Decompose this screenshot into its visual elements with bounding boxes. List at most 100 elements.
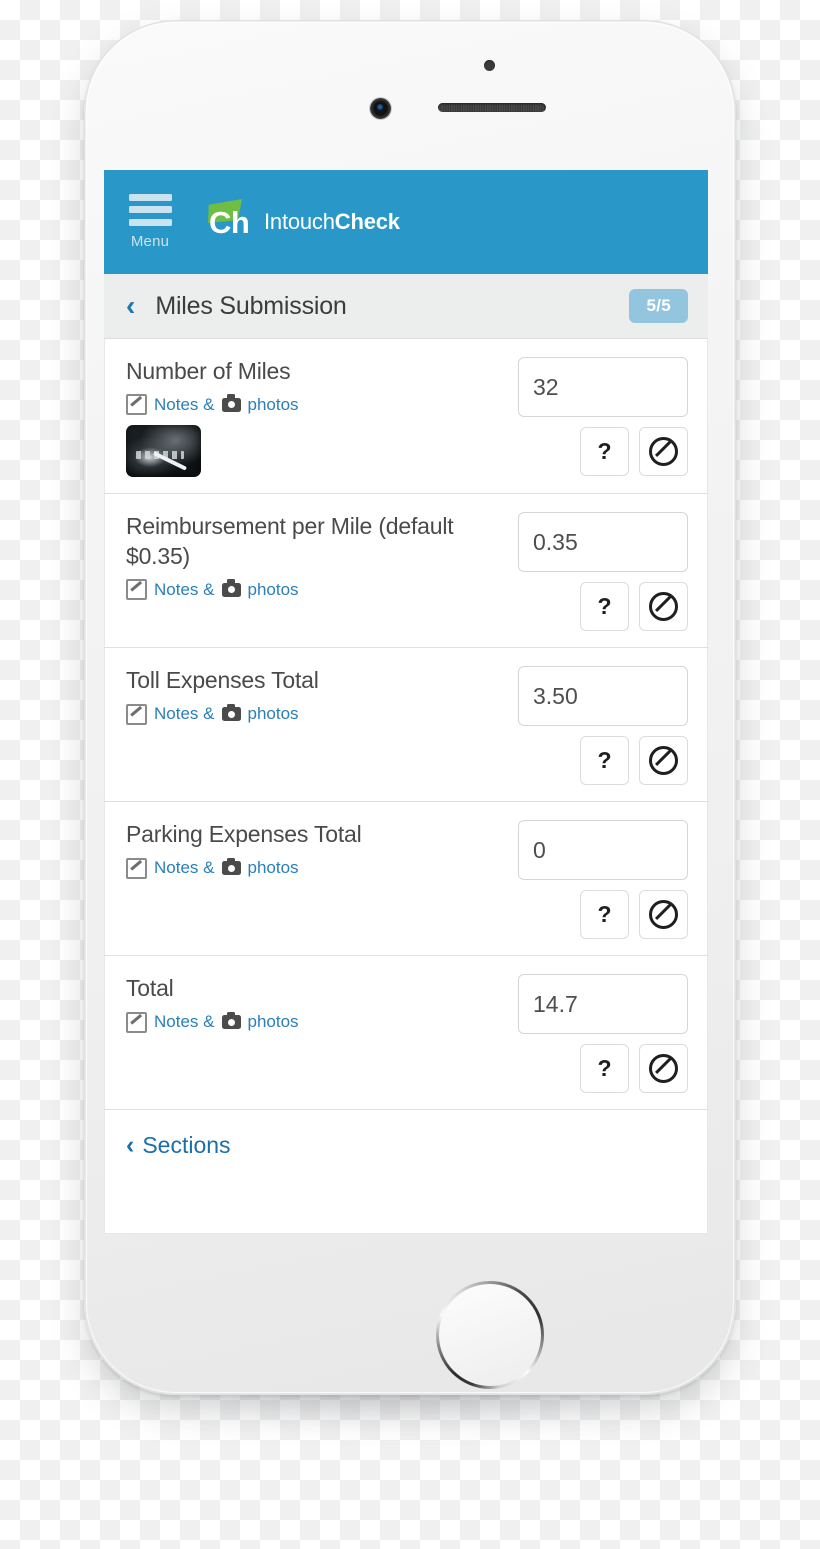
hamburger-icon-bar [128,193,172,201]
help-button[interactable]: ? [580,890,629,940]
brand-name-suffix: Check [334,209,400,234]
menu-button[interactable]: Menu [122,193,178,251]
section-header: ‹ Miles Submission 5/5 [104,274,708,339]
camera-icon [222,703,242,722]
notes-label: Notes & [154,704,215,724]
camera-icon [222,857,242,876]
camera-icon [222,579,242,597]
question-label: Total [126,975,174,1002]
question-list: Number of Miles Notes & photos? Reimburseme… [104,339,708,1111]
not-applicable-button[interactable] [639,427,688,476]
question-mark-icon: ? [597,438,612,464]
proximity-sensor-icon [484,60,495,71]
notes-and-photos-link[interactable]: Notes & photos [126,857,504,879]
pencil-icon [126,857,147,879]
not-applicable-button[interactable] [639,1044,688,1094]
intouchcheck-logo-icon: Ch [202,198,252,246]
sections-link-label: Sections [142,1132,231,1159]
notes-and-photos-link[interactable]: Notes & photos [126,1011,504,1033]
question-label: Number of Miles [126,358,291,384]
front-camera-icon [370,98,391,119]
question-row: Number of Miles Notes & photos? [104,339,708,495]
question-right: ? [516,666,688,786]
answer-input[interactable] [518,512,688,573]
question-mark-icon: ? [597,747,612,774]
app-header: Menu Ch IntouchCheck [104,170,708,274]
question-label: Toll Expenses Total [126,667,319,694]
question-actions: ? [580,427,688,476]
not-applicable-button[interactable] [639,736,688,786]
answer-input[interactable] [518,974,688,1035]
photos-label: photos [247,394,299,414]
notes-and-photos-link[interactable]: Notes & photos [126,703,504,725]
page-title: Miles Submission [155,291,347,320]
back-chevron-icon[interactable]: ‹ [126,292,135,320]
photos-label: photos [247,704,299,724]
question-actions: ? [580,736,688,786]
help-button[interactable]: ? [580,427,629,476]
question-right: ? [516,357,688,477]
pencil-icon [126,703,147,725]
notes-label: Notes & [154,394,215,414]
question-right: ? [516,512,688,632]
question-left: Parking Expenses Total Notes & photos [126,820,516,939]
brand-area: Ch IntouchCheck [202,198,400,246]
not-applicable-button[interactable] [639,890,688,940]
photos-label: photos [247,858,299,878]
notes-label: Notes & [154,1012,215,1032]
question-right: ? [516,820,688,940]
photos-label: photos [247,1012,299,1032]
question-mark-icon: ? [597,593,612,620]
question-left: Toll Expenses Total Notes & photos [126,666,516,785]
photo-thumbnail[interactable] [126,425,201,478]
question-actions: ? [580,1044,688,1094]
prohibited-icon [649,746,678,776]
help-button[interactable]: ? [580,582,629,632]
prohibited-icon [649,900,678,930]
prohibited-icon [649,592,678,622]
help-button[interactable]: ? [580,1044,629,1094]
question-left: Reimbursement per Mile (default $0.35) No… [126,512,516,631]
notes-label: Notes & [154,858,215,878]
question-row: Parking Expenses Total Notes & photos? [104,802,708,957]
hamburger-icon-bar [128,206,172,214]
not-applicable-button[interactable] [639,582,688,632]
question-row: Toll Expenses Total Notes & photos? [104,648,708,803]
menu-label: Menu [130,233,170,251]
question-mark-icon: ? [597,1055,612,1082]
progress-badge: 5/5 [629,289,688,323]
answer-input[interactable] [518,666,688,727]
prohibited-icon [649,1054,678,1084]
phone-screen: Menu Ch IntouchCheck ‹ Miles Submission … [104,170,708,1234]
answer-input[interactable] [518,357,688,417]
question-actions: ? [580,890,688,940]
notes-and-photos-link[interactable]: Notes & photos [126,579,504,601]
brand-name-prefix: Intouch [264,209,335,234]
camera-icon [222,1011,242,1030]
notes-label: Notes & [154,579,215,599]
pencil-icon [126,394,147,416]
help-button[interactable]: ? [580,736,629,786]
notes-and-photos-link[interactable]: Notes & photos [126,394,504,416]
question-left: Number of Miles Notes & photos [126,357,516,478]
chevron-left-icon: ‹ [126,1131,135,1160]
question-row: Reimbursement per Mile (default $0.35) No… [104,494,708,649]
earpiece-speaker-icon [438,103,546,112]
screen-footer: ‹ Sections [104,1110,708,1220]
hamburger-icon-bar [128,218,172,226]
pencil-icon [126,1011,147,1033]
question-label: Parking Expenses Total [126,821,362,848]
brand-name: IntouchCheck [264,209,400,235]
prohibited-icon [649,437,678,466]
question-left: Total Notes & photos [126,974,516,1093]
pencil-icon [126,579,147,601]
camera-icon [222,394,242,412]
question-right: ? [516,974,688,1094]
home-button[interactable] [436,1281,544,1389]
home-button-inner [439,1284,541,1386]
question-actions: ? [580,582,688,632]
answer-input[interactable] [518,820,688,881]
question-label: Reimbursement per Mile (default $0.35) [126,513,454,569]
sections-back-link[interactable]: ‹ Sections [126,1132,231,1159]
photos-label: photos [247,579,299,599]
